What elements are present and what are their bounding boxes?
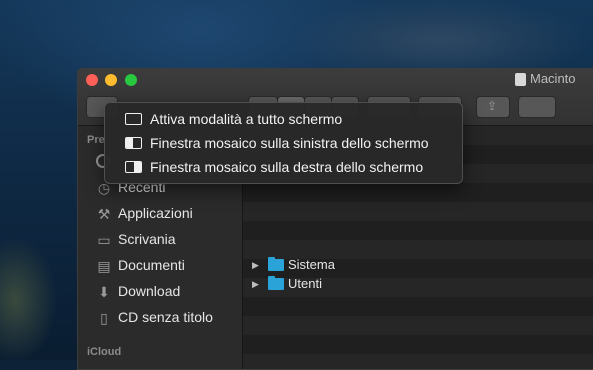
sidebar-section-favorites: Pre (87, 134, 105, 146)
sidebar-item-label: Applicazioni (118, 205, 193, 221)
file-name: Sistema (288, 257, 335, 272)
list-stripe (243, 183, 593, 202)
file-name: Utenti (288, 276, 322, 291)
menu-item-label: Attiva modalità a tutto schermo (150, 111, 343, 127)
disclosure-triangle-icon[interactable]: ▶ (252, 279, 259, 290)
sidebar-item-download[interactable]: ⬇ Download (94, 282, 242, 302)
list-stripe (243, 335, 593, 354)
share-button[interactable]: ⇪ (476, 96, 510, 118)
sidebar-item-label: Documenti (118, 257, 185, 273)
disclosure-triangle-icon[interactable]: ▶ (252, 260, 259, 271)
menu-item-tile-right[interactable]: Finestra mosaico sulla destra dello sche… (105, 156, 462, 178)
sidebar-item-scrivania[interactable]: ▭ Scrivania (94, 230, 242, 250)
menu-item-tile-left[interactable]: Finestra mosaico sulla sinistra dello sc… (105, 132, 462, 154)
menu-item-fullscreen[interactable]: Attiva modalità a tutto schermo (105, 108, 462, 130)
window-title: Macinto (530, 71, 576, 86)
sidebar-item-cd-senza-titolo[interactable]: ▯ CD senza titolo (94, 308, 242, 328)
list-stripe (243, 202, 593, 221)
folder-icon (268, 276, 284, 290)
list-stripe (243, 221, 593, 240)
applications-icon: ⚒ (97, 206, 111, 222)
sidebar-item-label: Download (118, 283, 181, 299)
sidebar-item-label: CD senza titolo (118, 309, 213, 325)
share-icon: ⇪ (487, 99, 498, 113)
list-stripe (243, 297, 593, 316)
fullscreen-icon (125, 113, 142, 125)
disk-icon (515, 73, 526, 86)
document-icon: ▤ (97, 258, 111, 274)
tile-right-icon (125, 161, 142, 173)
list-stripe (243, 354, 593, 369)
file-icon: ▯ (100, 310, 108, 326)
table-row[interactable]: ▶ Utenti (243, 275, 593, 294)
desktop-icon: ▭ (97, 232, 111, 248)
sidebar-item-label: Scrivania (118, 231, 176, 247)
menu-item-label: Finestra mosaico sulla sinistra dello sc… (150, 135, 429, 151)
tags-button[interactable] (518, 96, 556, 118)
zoom-window-button[interactable] (125, 74, 137, 86)
table-row[interactable]: ▶ Sistema (243, 256, 593, 275)
sidebar-item-documenti[interactable]: ▤ Documenti (94, 256, 242, 276)
tile-left-icon (125, 137, 142, 149)
list-stripe (243, 316, 593, 335)
sidebar-item-applicazioni[interactable]: ⚒ Applicazioni (94, 204, 242, 224)
close-window-button[interactable] (86, 74, 98, 86)
download-icon: ⬇ (98, 284, 110, 300)
folder-icon (268, 257, 284, 271)
window-zoom-context-menu: Attiva modalità a tutto schermo Finestra… (104, 102, 463, 184)
menu-item-label: Finestra mosaico sulla destra dello sche… (150, 159, 424, 175)
minimize-window-button[interactable] (105, 74, 117, 86)
sidebar-section-icloud: iCloud (87, 346, 122, 358)
